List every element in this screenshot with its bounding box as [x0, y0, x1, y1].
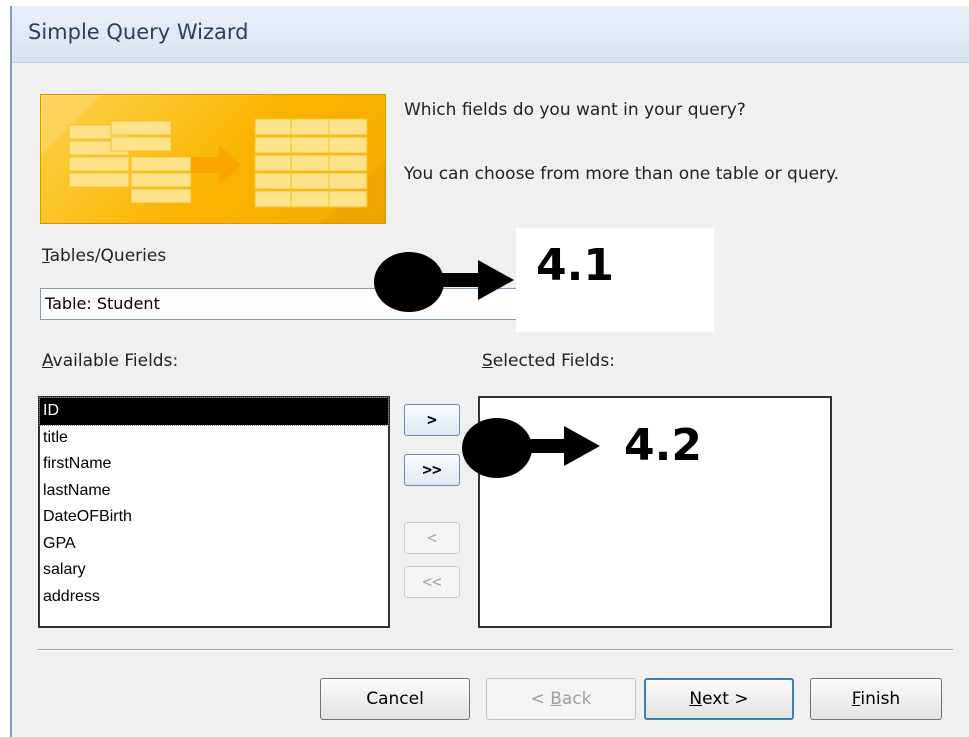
hint-text: You can choose from more than one table …	[404, 164, 840, 184]
wizard-banner-image	[40, 94, 386, 224]
combo-value: Table: Student	[45, 294, 160, 313]
list-item[interactable]: DateOFBirth	[40, 504, 388, 531]
tables-to-query-icon	[41, 95, 385, 223]
list-item[interactable]: ID	[39, 397, 389, 426]
callout-label-4-2: 4.2	[624, 420, 702, 471]
cancel-button[interactable]: Cancel	[320, 678, 470, 720]
add-all-fields-button[interactable]: >>	[404, 454, 460, 486]
selected-fields-label: Selected Fields:	[482, 351, 615, 371]
list-item[interactable]: GPA	[40, 531, 388, 558]
window-title: Simple Query Wizard	[28, 20, 249, 44]
callout-dot	[462, 418, 532, 478]
callout-dot	[374, 252, 444, 312]
title-bar: Simple Query Wizard	[12, 6, 969, 63]
footer-divider	[38, 649, 953, 651]
tables-queries-label: Tables/Queries	[42, 246, 167, 266]
back-button[interactable]: < Back	[486, 678, 636, 720]
next-button[interactable]: Next >	[644, 678, 794, 720]
wizard-window: Simple Query Wizard Which fields do you …	[10, 6, 969, 737]
list-item[interactable]: firstName	[40, 451, 388, 478]
callout-label-4-1: 4.1	[536, 240, 614, 291]
available-fields-label: Available Fields:	[42, 351, 179, 371]
list-item[interactable]: address	[40, 584, 388, 611]
remove-field-button[interactable]: <	[404, 522, 460, 554]
arrow-right-icon	[440, 260, 514, 300]
add-field-button[interactable]: >	[404, 404, 460, 436]
available-fields-list[interactable]: ID title firstName lastName DateOFBirth …	[38, 396, 390, 628]
list-item[interactable]: salary	[40, 557, 388, 584]
list-item[interactable]: lastName	[40, 478, 388, 505]
finish-button[interactable]: Finish	[810, 678, 942, 720]
question-text: Which fields do you want in your query?	[404, 100, 746, 120]
list-item[interactable]: title	[40, 425, 388, 452]
remove-all-fields-button[interactable]: <<	[404, 566, 460, 598]
arrow-right-icon	[526, 426, 600, 466]
